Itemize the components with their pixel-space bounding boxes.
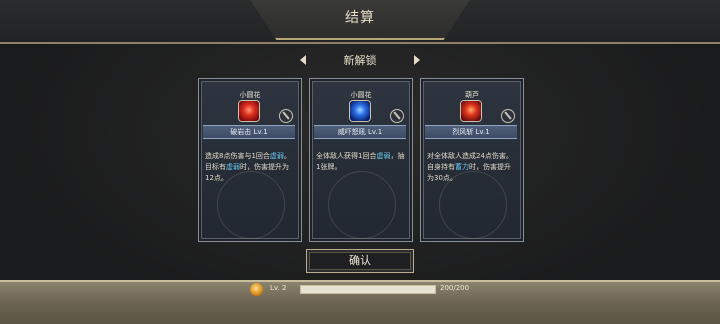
no-symbol-icon bbox=[390, 109, 404, 123]
description-text: 造成8点伤害与1回合 bbox=[205, 152, 270, 160]
xp-progress-fill bbox=[301, 286, 435, 293]
card-description: 造成8点伤害与1回合虚弱。 目标有虚弱时，伤害提升为12点。 bbox=[205, 151, 295, 184]
card-character-name: 小圆花 bbox=[239, 91, 261, 99]
level-badge-icon bbox=[250, 283, 263, 296]
skill-name-banner: 烈风斩 Lv.1 bbox=[425, 125, 517, 139]
description-text: 。 bbox=[283, 152, 291, 160]
keyword-highlight: 蓄力 bbox=[455, 163, 469, 171]
keyword-highlight: 虚弱 bbox=[226, 163, 240, 171]
card-description: 全体敌人获得1回合虚弱，抽1张牌。 bbox=[316, 151, 406, 173]
card-description: 对全体敌人造成24点伤害。 自身持有蓄力时，伤害提升为30点。 bbox=[427, 151, 517, 184]
description-text: 对全体敌人造成24点伤害。 bbox=[427, 152, 513, 160]
card-character-name: 葫芦 bbox=[465, 91, 479, 99]
page-title: 结算 bbox=[345, 10, 375, 26]
blue-skill-icon bbox=[350, 101, 370, 121]
card-emblem-circle bbox=[328, 171, 396, 239]
description-text: 目标有 bbox=[205, 163, 226, 171]
skill-card[interactable]: 小圆花 破岩击 Lv.1 造成8点伤害与1回合虚弱。 目标有虚弱时，伤害提升为12… bbox=[198, 78, 302, 242]
previous-arrow-icon[interactable] bbox=[300, 55, 306, 65]
keyword-highlight: 虚弱 bbox=[376, 152, 391, 160]
no-symbol-icon bbox=[279, 109, 293, 123]
red-skill-icon bbox=[239, 101, 259, 121]
section-title: 新解锁 bbox=[343, 54, 377, 67]
description-text: 全体敌人获得1回合 bbox=[316, 152, 377, 160]
no-symbol-icon bbox=[501, 109, 515, 123]
keyword-highlight: 虚弱 bbox=[269, 152, 284, 160]
skill-name-banner: 破岩击 Lv.1 bbox=[203, 125, 295, 139]
skill-card[interactable]: 小圆花 威吓怒吼 Lv.1 全体敌人获得1回合虚弱，抽1张牌。 bbox=[309, 78, 413, 242]
player-level: Lv. 2 bbox=[270, 284, 287, 292]
unlock-navigator: 新解锁 bbox=[300, 50, 420, 70]
confirm-button[interactable]: 确认 bbox=[306, 249, 414, 273]
xp-progress-bar bbox=[300, 285, 436, 294]
description-text: 自身持有 bbox=[427, 163, 455, 171]
orange-skill-icon bbox=[461, 101, 481, 121]
skill-card[interactable]: 葫芦 烈风斩 Lv.1 对全体敌人造成24点伤害。 自身持有蓄力时，伤害提升为30… bbox=[420, 78, 524, 242]
skill-name-banner: 威吓怒吼 Lv.1 bbox=[314, 125, 406, 139]
xp-value: 200/200 bbox=[440, 284, 470, 292]
card-character-name: 小圆花 bbox=[350, 91, 372, 99]
next-arrow-icon[interactable] bbox=[414, 55, 420, 65]
